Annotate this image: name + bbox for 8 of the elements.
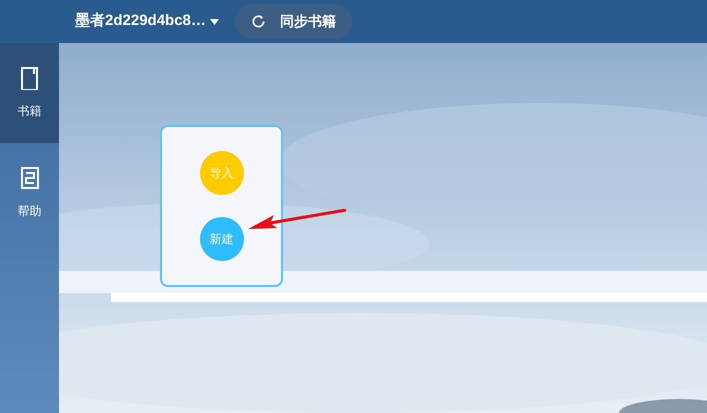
user-menu[interactable]: 墨者2d229d4bc8… [75, 10, 219, 33]
page-icon [20, 66, 40, 90]
caret-icon [210, 18, 219, 24]
document-icon [20, 166, 40, 190]
sidebar-tab[interactable]: 书籍 [0, 43, 59, 143]
sidebar-tab[interactable]: 帮助 [0, 143, 59, 243]
sync-button[interactable]: 同步书籍 [234, 4, 352, 39]
refresh-icon [250, 14, 266, 29]
